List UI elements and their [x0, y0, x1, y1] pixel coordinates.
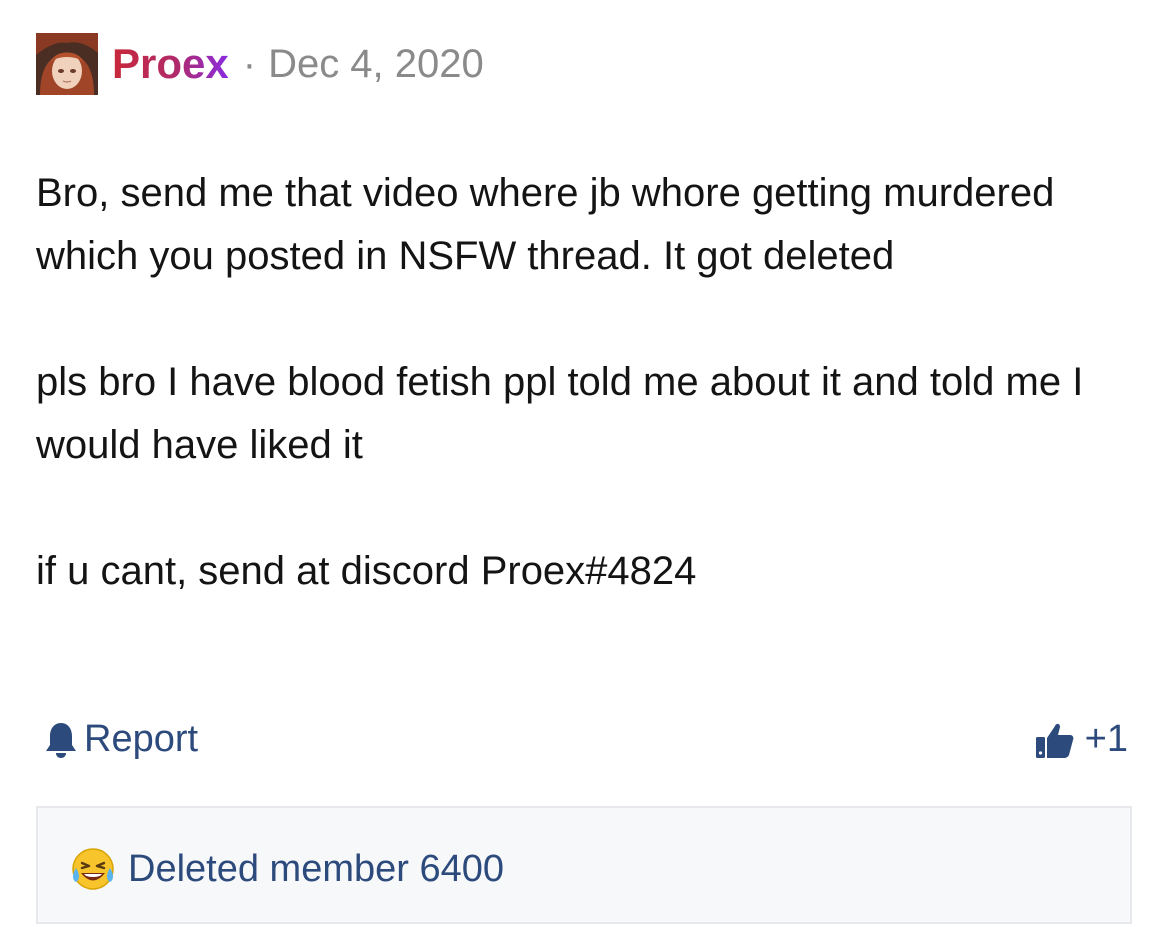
author-name[interactable]: Proex [112, 43, 229, 85]
reaction-list: Deleted member 6400 [70, 846, 504, 892]
report-label: Report [84, 718, 199, 760]
header-separator: · [242, 42, 257, 86]
post-paragraph: if u cant, send at discord Proex#4824 [36, 549, 697, 593]
reactions-bar: Deleted member 6400 [36, 806, 1132, 924]
thumbs-up-icon [1035, 723, 1074, 758]
laughing-crying-emoji-icon [72, 848, 114, 890]
post-paragraph: pls bro I have blood fetish ppl told me … [36, 360, 1084, 467]
bell-icon [46, 722, 76, 758]
post-body: Bro, send me that video where jb whore g… [36, 162, 1126, 603]
post-actions: Report +1 [36, 712, 1130, 772]
like-button[interactable]: +1 [1035, 718, 1128, 761]
report-button[interactable]: Report [44, 718, 198, 761]
avatar[interactable] [36, 33, 98, 95]
post-header: Proex · Dec 4, 2020 [36, 32, 484, 96]
post-paragraph: Bro, send me that video where jb whore g… [36, 171, 1055, 278]
post-date[interactable]: Dec 4, 2020 [268, 44, 484, 84]
forum-post: Proex · Dec 4, 2020 Bro, send me that vi… [0, 0, 1170, 927]
reaction-user-link[interactable]: Deleted member 6400 [128, 848, 504, 891]
like-count: +1 [1084, 718, 1128, 760]
